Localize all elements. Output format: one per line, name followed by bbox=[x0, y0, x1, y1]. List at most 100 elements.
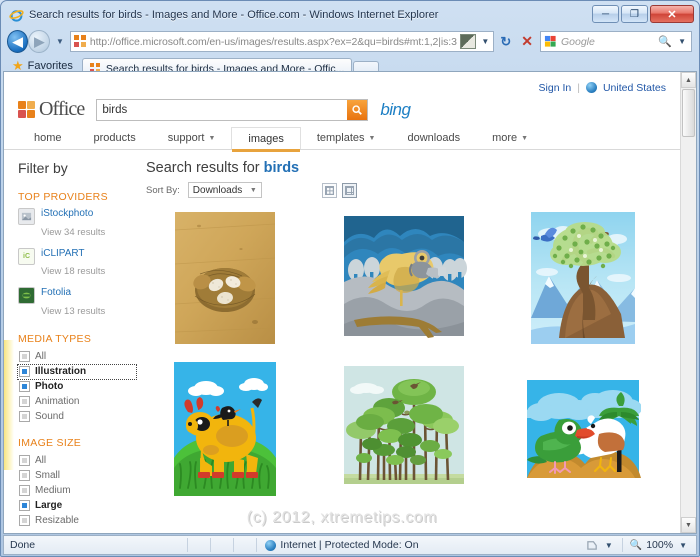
browser-search-box[interactable]: Google 🔍 ▼ bbox=[539, 31, 692, 52]
results-toolbar: Sort By: Downloads ▼ bbox=[146, 182, 666, 198]
bing-logo[interactable]: bing bbox=[380, 100, 411, 120]
checkbox-icon[interactable] bbox=[19, 500, 30, 511]
nav-tab-products-label: products bbox=[93, 132, 136, 144]
office-logo[interactable]: Office bbox=[18, 98, 85, 121]
checkbox-icon[interactable] bbox=[19, 455, 30, 466]
scroll-down-button[interactable]: ▼ bbox=[681, 517, 696, 533]
window-controls: ─ ❐ ✕ bbox=[592, 5, 694, 23]
refresh-icon[interactable]: ↻ bbox=[497, 34, 514, 50]
thumbnail-parrot-and-gull[interactable] bbox=[525, 362, 642, 496]
filter-media-illustration[interactable]: Illustration bbox=[17, 363, 137, 380]
forward-button[interactable]: ▶ bbox=[28, 30, 50, 53]
result-item[interactable] bbox=[325, 212, 482, 344]
minimize-button[interactable]: ─ bbox=[592, 5, 619, 23]
thumbnail-forest-trees[interactable] bbox=[339, 362, 468, 490]
result-item[interactable] bbox=[146, 212, 303, 344]
filter-size-small[interactable]: Small bbox=[18, 469, 132, 483]
nav-tab-downloads-label: downloads bbox=[407, 132, 461, 144]
zoom-control[interactable]: 🔍 100% ▼ bbox=[623, 539, 696, 551]
provider-name[interactable]: iCLIPART bbox=[41, 248, 105, 261]
results-title-query: birds bbox=[263, 160, 300, 176]
sort-by-value: Downloads bbox=[192, 184, 243, 196]
status-divider bbox=[233, 538, 235, 552]
maximize-button[interactable]: ❐ bbox=[621, 5, 648, 23]
checkbox-icon[interactable] bbox=[19, 470, 30, 481]
chevron-down-icon: ▼ bbox=[368, 134, 376, 142]
filter-media-all[interactable]: All bbox=[18, 350, 132, 364]
page-scrollbar[interactable]: ▲ ▼ bbox=[680, 72, 696, 533]
scroll-up-button[interactable]: ▲ bbox=[681, 72, 696, 88]
chevron-down-icon[interactable]: ▼ bbox=[603, 541, 615, 550]
result-item[interactable] bbox=[146, 362, 303, 496]
scrollbar-track[interactable] bbox=[681, 138, 696, 517]
result-item[interactable] bbox=[325, 362, 482, 496]
checkbox-icon[interactable] bbox=[19, 485, 30, 496]
provider-results: View 34 results bbox=[41, 226, 106, 238]
filter-label: All bbox=[35, 351, 47, 362]
address-dropdown-icon[interactable]: ▼ bbox=[479, 37, 491, 46]
small-grid-view-button[interactable] bbox=[321, 182, 337, 198]
chevron-down-icon: ▼ bbox=[208, 134, 216, 142]
scrollbar-thumb[interactable] bbox=[682, 89, 695, 137]
nav-tab-downloads[interactable]: downloads bbox=[391, 127, 476, 149]
nav-tab-products[interactable]: products bbox=[78, 127, 152, 149]
search-input[interactable] bbox=[97, 103, 348, 116]
thumbnail-bird-gasmask[interactable] bbox=[339, 212, 468, 340]
sign-in-link[interactable]: Sign In bbox=[539, 82, 572, 94]
filter-size-medium[interactable]: Medium bbox=[18, 484, 132, 498]
checkbox-icon[interactable] bbox=[19, 515, 30, 526]
image-size-heading: IMAGE SIZE bbox=[18, 436, 82, 449]
navigation-bar: ◀ ▶ ▼ http://office.microsoft.com/en-us/… bbox=[2, 28, 698, 55]
close-button[interactable]: ✕ bbox=[650, 5, 694, 23]
chevron-down-icon: ▼ bbox=[249, 186, 257, 194]
thumbnail-nest-eggs[interactable] bbox=[174, 212, 275, 344]
result-item[interactable] bbox=[505, 362, 662, 496]
search-provider-dropdown-icon[interactable]: ▼ bbox=[676, 37, 688, 46]
filter-media-photo[interactable]: Photo bbox=[18, 380, 132, 394]
provider-name[interactable]: Fotolia bbox=[41, 287, 105, 300]
provider-fotolia[interactable]: Fotolia View 13 results bbox=[18, 287, 132, 320]
history-dropdown-icon[interactable]: ▼ bbox=[53, 37, 67, 46]
filter-by-title: Filter by bbox=[18, 160, 68, 176]
nav-tab-images-label: images bbox=[248, 132, 284, 145]
thumbnail-tree-hill-bird[interactable] bbox=[531, 212, 636, 344]
nav-tab-more[interactable]: more ▼ bbox=[476, 127, 544, 149]
nav-tab-home[interactable]: home bbox=[18, 127, 78, 149]
filter-size-large[interactable]: Large bbox=[18, 499, 132, 513]
chevron-down-icon[interactable]: ▼ bbox=[677, 541, 689, 550]
search-go-button[interactable] bbox=[347, 99, 368, 120]
locale-link[interactable]: United States bbox=[603, 82, 666, 94]
window-title: Search results for birds - Images and Mo… bbox=[29, 9, 439, 21]
checkbox-icon[interactable] bbox=[19, 351, 30, 362]
filter-size-resizable[interactable]: Resizable bbox=[18, 514, 132, 528]
sort-by-select[interactable]: Downloads ▼ bbox=[187, 182, 262, 198]
security-zone[interactable]: Internet | Protected Mode: On bbox=[257, 539, 426, 551]
search-icon[interactable]: 🔍 bbox=[658, 35, 672, 48]
checkbox-icon[interactable] bbox=[19, 381, 30, 392]
provider-iclipart[interactable]: iC iCLIPART View 18 results bbox=[18, 247, 132, 281]
nav-tab-support[interactable]: support ▼ bbox=[152, 127, 232, 149]
result-item[interactable] bbox=[505, 212, 662, 344]
nav-tab-templates[interactable]: templates ▼ bbox=[301, 127, 392, 149]
filter-sidebar: Filter by TOP PROVIDERS iStockphoto View… bbox=[4, 160, 138, 533]
stop-icon[interactable]: ✕ bbox=[517, 33, 537, 50]
address-bar[interactable]: http://office.microsoft.com/en-us/images… bbox=[69, 31, 495, 52]
thumbnail-cow-with-bird[interactable] bbox=[173, 362, 276, 496]
office-search-box[interactable] bbox=[96, 98, 369, 121]
large-grid-view-button[interactable] bbox=[341, 182, 357, 198]
compatibility-view-icon[interactable] bbox=[460, 34, 477, 49]
globe-icon bbox=[585, 82, 597, 93]
compatibility-status[interactable]: ▼ bbox=[579, 539, 622, 551]
back-button[interactable]: ◀ bbox=[7, 30, 29, 53]
filter-media-sound[interactable]: Sound bbox=[18, 410, 132, 424]
nav-tab-images[interactable]: images bbox=[231, 127, 301, 152]
provider-istockphoto[interactable]: iStockphoto View 34 results bbox=[18, 208, 132, 241]
provider-results: View 13 results bbox=[41, 305, 106, 317]
checkbox-icon[interactable] bbox=[19, 396, 30, 407]
provider-name[interactable]: iStockphoto bbox=[41, 208, 105, 221]
filter-media-animation[interactable]: Animation bbox=[18, 395, 132, 409]
checkbox-icon[interactable] bbox=[19, 366, 30, 377]
content-columns: Filter by TOP PROVIDERS iStockphoto View… bbox=[4, 160, 680, 533]
filter-size-all[interactable]: All bbox=[18, 454, 132, 468]
checkbox-icon[interactable] bbox=[19, 411, 30, 422]
